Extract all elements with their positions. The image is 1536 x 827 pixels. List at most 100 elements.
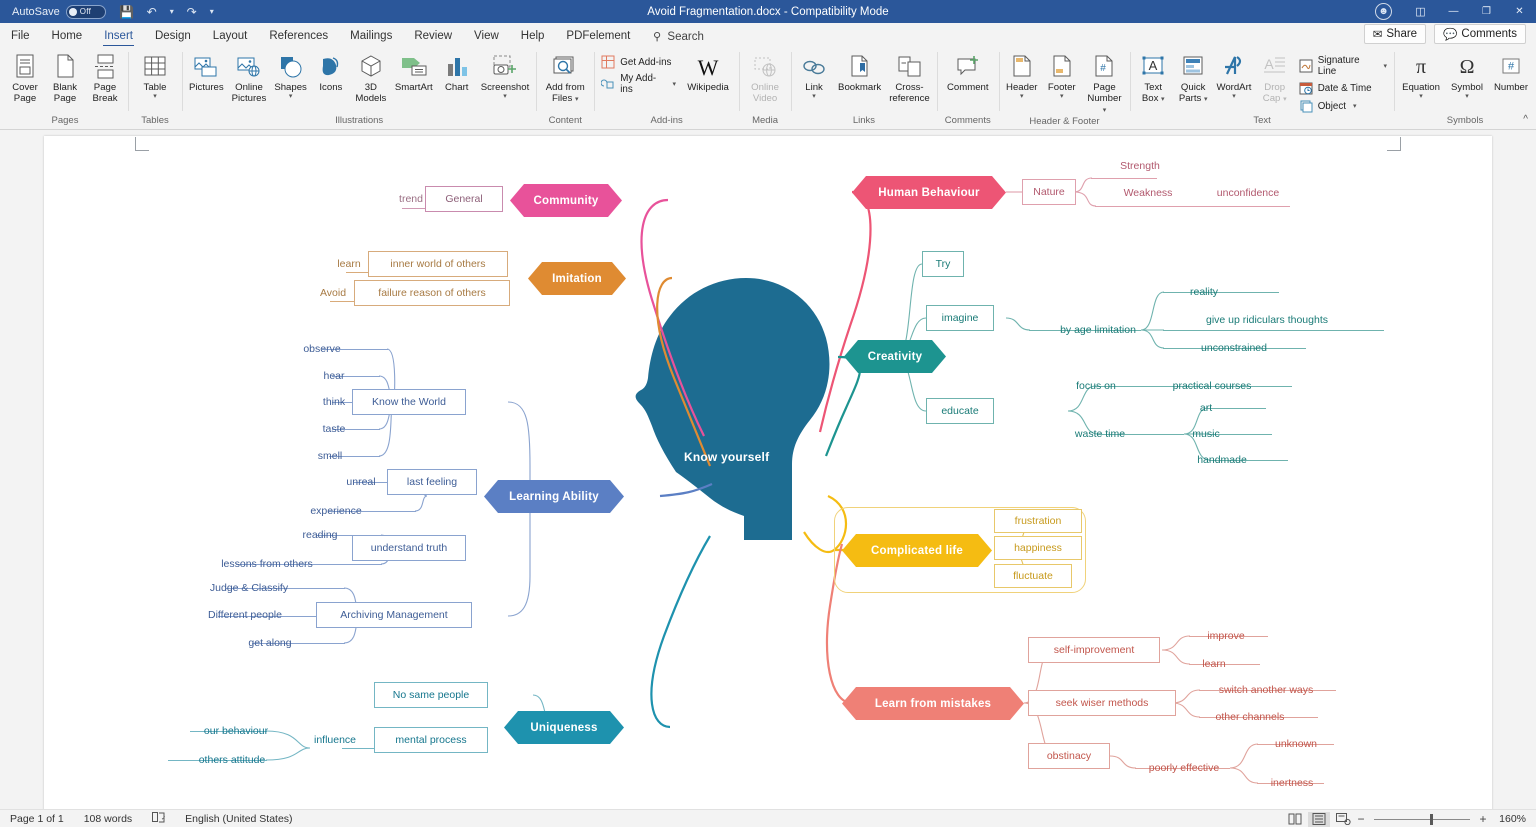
leaf-unconstrained[interactable]: unconstrained [1172,339,1296,356]
leaf-different-people[interactable]: Different people [190,606,300,623]
leaf-handmade[interactable]: handmade [1174,451,1270,468]
3d-models-button[interactable]: 3D Models [351,51,391,105]
object-button[interactable]: Object ▾ [1295,98,1391,114]
tab-view[interactable]: View [463,27,510,47]
branch-learning-ability[interactable]: Learning Ability [484,480,624,513]
branch-imitation[interactable]: Imitation [528,262,626,295]
subtopic-understand-truth[interactable]: understand truth [352,535,466,561]
branch-complicated-life[interactable]: Complicated life [842,534,992,567]
leaf-experience[interactable]: experience [292,502,380,519]
mindmap-diagram[interactable]: Know yourself Community General trend Im… [44,136,1492,809]
leaf-unreal[interactable]: unreal [329,473,393,490]
table-dropdown-caret-icon[interactable]: ▾ [153,93,157,100]
header-dropdown-caret-icon[interactable]: ▾ [1020,93,1024,100]
signature-line-dropdown-caret-icon[interactable]: ▾ [1383,62,1387,70]
minimize-icon[interactable]: — [1437,0,1470,23]
leaf-inertness[interactable]: inertness [1250,774,1334,791]
customize-quick-access-icon[interactable]: ▾ [206,2,218,21]
leaf-taste[interactable]: taste [302,420,366,437]
date-and-time-button[interactable]: Date & Time [1295,80,1391,96]
leaf-by-age-limitation[interactable]: by age limitation [1044,321,1152,338]
restore-icon[interactable]: ❐ [1470,0,1503,23]
subtopic-archiving-management[interactable]: Archiving Management [316,602,472,628]
wordart-button[interactable]: WordArt ▾ [1213,51,1254,101]
leaf-strength[interactable]: Strength [1104,157,1176,174]
leaf-other-channels[interactable]: other channels [1188,708,1312,725]
document-page[interactable]: Know yourself Community General trend Im… [44,136,1492,809]
page-break-button[interactable]: Page Break [85,51,125,105]
branch-human-behaviour[interactable]: Human Behaviour [852,176,1006,209]
leaf-art[interactable]: art [1174,399,1238,416]
language-indicator[interactable]: English (United States) [175,813,302,825]
leaf-trend[interactable]: trend [386,190,436,207]
tab-pdfelement[interactable]: PDFelement [555,27,641,47]
screenshot-button[interactable]: Screenshot ▾ [477,51,534,101]
link-button[interactable]: Link ▾ [794,51,834,101]
tab-review[interactable]: Review [403,27,463,47]
equation-button[interactable]: π Equation ▾ [1397,51,1445,101]
footer-button[interactable]: Footer ▾ [1042,51,1082,101]
text-box-button[interactable]: A Text Box ▾ [1133,51,1173,105]
leaf-weakness[interactable]: Weakness [1110,184,1186,201]
tab-design[interactable]: Design [144,27,202,47]
cover-page-button[interactable]: Cover Page [5,51,45,105]
subtopic-imagine[interactable]: imagine [926,305,994,331]
leaf-unconfidence[interactable]: unconfidence [1202,184,1294,201]
leaf-reading[interactable]: reading [288,526,352,543]
table-button[interactable]: Table ▾ [131,51,179,101]
comments-button[interactable]: 💬 Comments [1434,24,1526,44]
subtopic-failure-reason-of-others[interactable]: failure reason of others [354,280,510,306]
new-comment-button[interactable]: Comment [940,51,996,94]
leaf-observe[interactable]: observe [290,340,354,357]
subtopic-general[interactable]: General [425,186,503,212]
leaf-give-up-ridiculars-thoughts[interactable]: give up ridiculars thoughts [1172,311,1362,328]
subtopic-seek-wiser-methods[interactable]: seek wiser methods [1028,690,1176,716]
tab-file[interactable]: File [0,27,41,47]
subtopic-frustration[interactable]: frustration [994,509,1082,533]
leaf-unknown[interactable]: unknown [1256,735,1336,752]
subtopic-mental-process[interactable]: mental process [374,727,488,753]
tab-help[interactable]: Help [510,27,556,47]
leaf-smell[interactable]: smell [298,447,362,464]
tab-insert[interactable]: Insert [93,27,144,47]
subtopic-fluctuate[interactable]: fluctuate [994,564,1072,588]
leaf-learn[interactable]: learn [322,255,376,272]
subtopic-happiness[interactable]: happiness [994,536,1082,560]
header-button[interactable]: Header ▾ [1002,51,1042,101]
subtopic-obstinacy[interactable]: obstinacy [1028,743,1110,769]
icons-button[interactable]: Icons [311,51,351,94]
bookmark-button[interactable]: Bookmark [834,51,885,94]
leaf-influence[interactable]: influence [300,731,370,748]
tab-home[interactable]: Home [41,27,94,47]
blank-page-button[interactable]: Blank Page [45,51,85,105]
autosave-switch[interactable]: Off [65,4,106,19]
collapse-ribbon-chevron-icon[interactable]: ^ [1523,114,1528,125]
subtopic-educate[interactable]: educate [926,398,994,424]
number-button[interactable]: # Number [1489,51,1533,94]
page-number-button[interactable]: # Page Number ▾ [1082,51,1127,116]
center-topic-label[interactable]: Know yourself [684,450,769,464]
zoom-slider-handle[interactable] [1430,813,1433,825]
zoom-level-label[interactable]: 160% [1490,813,1526,825]
zoom-out-button[interactable]: − [1356,812,1366,826]
subtopic-nature[interactable]: Nature [1022,179,1076,205]
word-count[interactable]: 108 words [74,813,142,825]
print-layout-icon[interactable] [1308,811,1330,827]
symbol-dropdown-caret-icon[interactable]: ▾ [1465,93,1469,100]
shapes-dropdown-caret-icon[interactable]: ▾ [289,93,293,100]
redo-icon[interactable]: ↷ [181,2,203,21]
undo-icon[interactable]: ↶ [141,2,163,21]
document-canvas[interactable]: Know yourself Community General trend Im… [0,130,1536,809]
page-count[interactable]: Page 1 of 1 [0,813,74,825]
tab-layout[interactable]: Layout [202,27,259,47]
subtopic-no-same-people[interactable]: No same people [374,682,488,708]
share-button[interactable]: ✉ Share [1363,24,1427,44]
wikipedia-button[interactable]: W Wikipedia [680,51,736,94]
subtopic-try[interactable]: Try [922,251,964,277]
leaf-music[interactable]: music [1174,425,1238,442]
leaf-lessons-from-others[interactable]: lessons from others [204,555,330,572]
cross-reference-button[interactable]: Cross-reference [885,51,934,105]
undo-dropdown-caret-icon[interactable]: ▾ [166,2,178,21]
footer-dropdown-caret-icon[interactable]: ▾ [1060,93,1064,100]
branch-community[interactable]: Community [510,184,622,217]
